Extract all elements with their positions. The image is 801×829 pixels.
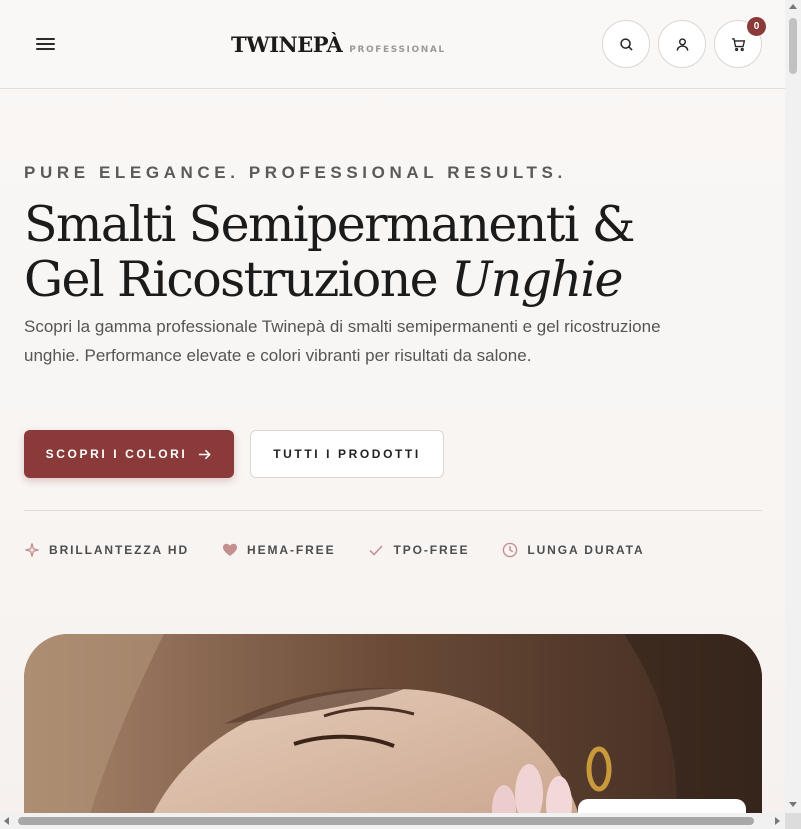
- scroll-down-icon[interactable]: [789, 802, 797, 807]
- menu-button[interactable]: [30, 30, 62, 58]
- hero-eyebrow: PURE ELEGANCE. PROFESSIONAL RESULTS.: [24, 163, 567, 182]
- headline-italic-word: Unghie: [451, 251, 623, 308]
- cart-button[interactable]: 0: [714, 17, 766, 68]
- account-button[interactable]: [658, 20, 706, 68]
- cart-count-badge: 0: [747, 17, 766, 36]
- scroll-left-icon[interactable]: [4, 817, 9, 825]
- all-products-label: TUTTI I PRODOTTI: [273, 447, 421, 461]
- feature-label: TPO-FREE: [393, 543, 470, 557]
- user-icon: [676, 37, 688, 51]
- hero-image: [24, 634, 762, 813]
- discover-colors-label: SCOPRI I COLORI: [45, 447, 188, 461]
- feature-item: HEMA-FREE: [222, 542, 335, 558]
- logo-subtitle: PROFESSIONAL: [349, 45, 446, 55]
- heart-icon: [223, 543, 238, 556]
- feature-item: TPO-FREE: [368, 542, 469, 558]
- scrollbar-corner: [785, 813, 801, 829]
- clock-icon: [503, 542, 518, 558]
- feature-item: LUNGA DURATA: [502, 542, 644, 558]
- brand-logo[interactable]: TWINEPÀ PROFESSIONAL: [231, 32, 446, 57]
- feature-label: LUNGA DURATA: [527, 543, 645, 557]
- search-icon: [619, 37, 633, 51]
- vertical-scrollbar[interactable]: [785, 0, 801, 813]
- all-products-button[interactable]: TUTTI I PRODOTTI: [250, 430, 444, 478]
- hero-headline: Smalti Semipermanenti & Gel Ricostruzion…: [24, 197, 764, 307]
- site-header: TWINEPÀ PROFESSIONAL 0: [0, 0, 785, 89]
- feature-label: BRILLANTEZZA HD: [49, 543, 190, 557]
- hamburger-line: [36, 43, 55, 45]
- horizontal-scrollbar[interactable]: [0, 813, 785, 829]
- cart-icon: [731, 37, 745, 51]
- floating-card: [578, 799, 746, 813]
- search-button[interactable]: [602, 20, 650, 68]
- feature-label: HEMA-FREE: [247, 543, 336, 557]
- headline-line-1: Smalti Semipermanenti &: [24, 196, 635, 253]
- feature-item: BRILLANTEZZA HD: [24, 542, 189, 558]
- hero-photo-illustration: [24, 634, 762, 813]
- hamburger-line: [36, 48, 55, 50]
- arrow-right-icon: [199, 449, 212, 459]
- feature-list: BRILLANTEZZA HD HEMA-FREE TPO-FREE LUNGA…: [24, 542, 678, 558]
- logo-wordmark: TWINEPÀ: [231, 32, 343, 57]
- hero-description: Scopri la gamma professionale Twinepà di…: [24, 317, 661, 365]
- scroll-up-icon[interactable]: [789, 4, 797, 9]
- vertical-scroll-thumb[interactable]: [789, 18, 797, 74]
- page: TWINEPÀ PROFESSIONAL 0 PURE ELEGANCE. PR…: [0, 0, 785, 813]
- divider: [24, 510, 762, 511]
- scroll-right-icon[interactable]: [775, 817, 780, 825]
- horizontal-scroll-thumb[interactable]: [18, 817, 754, 825]
- headline-line-2: Gel Ricostruzione: [24, 251, 452, 308]
- sparkle-icon: [25, 543, 39, 557]
- hamburger-menu-icon: [36, 38, 55, 40]
- check-icon: [369, 545, 384, 556]
- discover-colors-button[interactable]: SCOPRI I COLORI: [24, 430, 234, 478]
